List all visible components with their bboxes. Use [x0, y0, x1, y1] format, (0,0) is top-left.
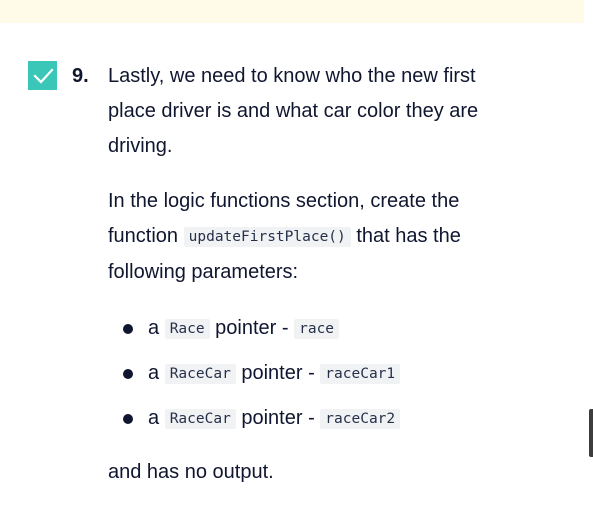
top-banner	[0, 0, 584, 23]
param-name-code: raceCar2	[320, 409, 401, 429]
bullet-icon	[123, 369, 133, 379]
step-outro: and has no output.	[108, 461, 274, 483]
list-item: a Race pointer - race	[108, 310, 400, 355]
param-name-code: race	[294, 319, 340, 339]
list-item: a RaceCar pointer - raceCar1	[108, 355, 401, 400]
param-article: a	[148, 362, 160, 384]
list-item: a RaceCar pointer - raceCar2	[108, 400, 401, 445]
param-word: pointer -	[241, 407, 315, 429]
bullet-icon	[123, 414, 133, 424]
param-name-code: raceCar1	[320, 364, 401, 384]
function-name-code: updateFirstPlace()	[183, 227, 351, 247]
param-word: pointer -	[241, 362, 315, 384]
param-article: a	[148, 407, 160, 429]
param-word: pointer -	[215, 317, 289, 339]
task-complete-checkbox[interactable]	[28, 61, 57, 90]
bullet-icon	[123, 324, 133, 334]
param-article: a	[148, 317, 160, 339]
param-type-code: Race	[164, 319, 210, 339]
param-type-code: RaceCar	[164, 409, 236, 429]
param-type-code: RaceCar	[164, 364, 236, 384]
step-instruction: In the logic functions section, create t…	[108, 184, 528, 290]
step-number: 9.	[72, 65, 89, 87]
step-intro: Lastly, we need to know who the new firs…	[108, 65, 479, 157]
parameter-list: a Race pointer - race a RaceCar pointer …	[108, 310, 401, 445]
scrollbar-thumb[interactable]	[589, 409, 593, 457]
checkmark-icon	[33, 68, 54, 84]
